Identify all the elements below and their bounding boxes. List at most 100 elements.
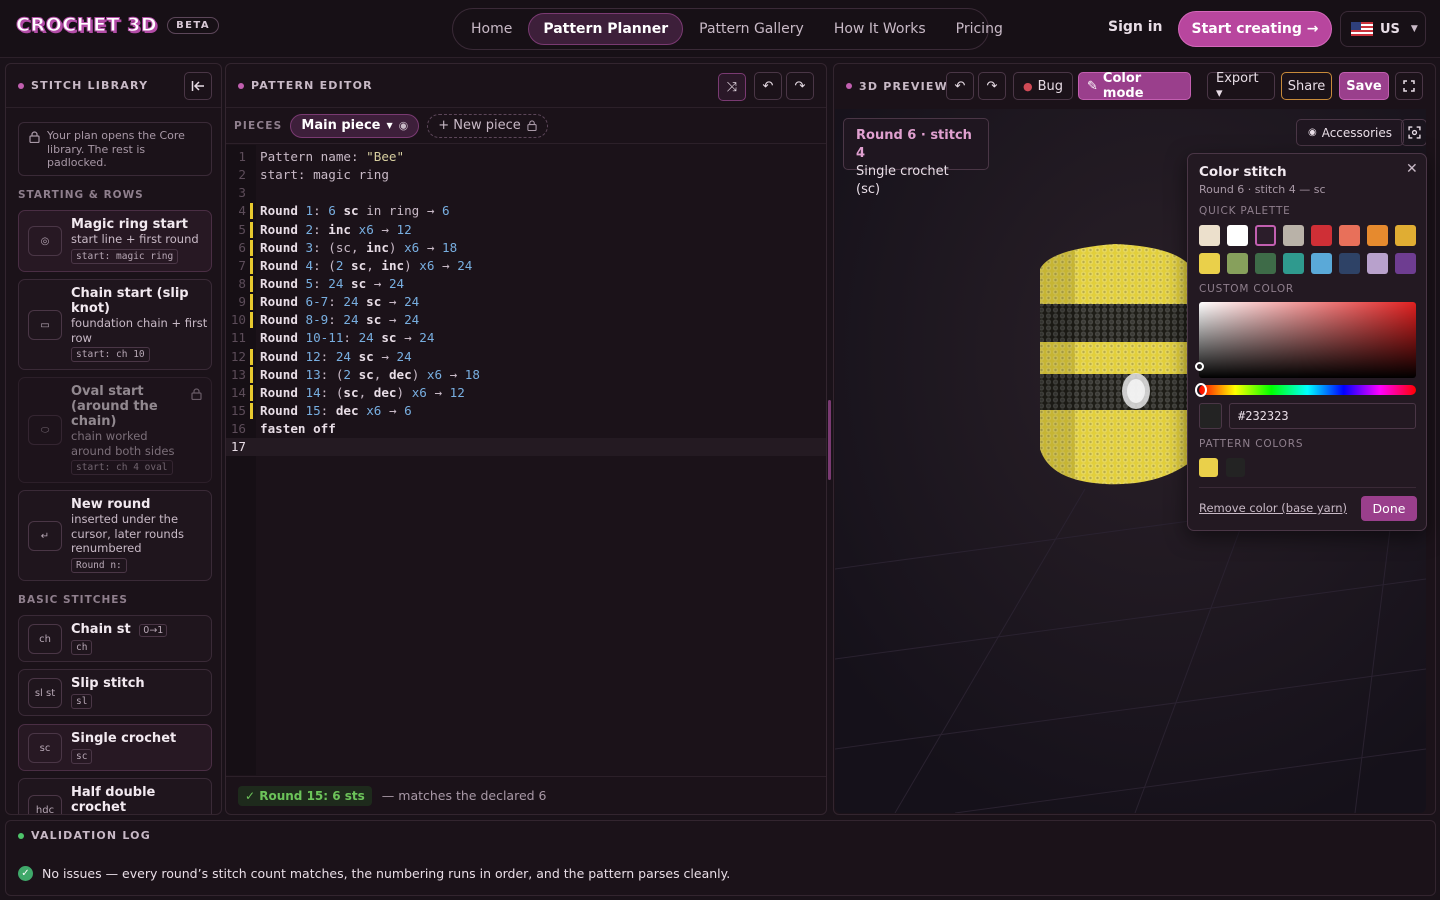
code-line[interactable]: 7 Round 4: (2 sc, inc) x6 → 24 (226, 257, 826, 275)
bug-button[interactable]: ● Bug (1013, 72, 1073, 100)
palette-swatch[interactable] (1227, 253, 1248, 274)
locale-selector[interactable]: US ▼ (1340, 11, 1426, 47)
chain-stitch-icon: ch (28, 624, 62, 654)
palette-swatch[interactable] (1255, 253, 1276, 274)
redo-button[interactable]: ↷ (786, 72, 814, 100)
code-line[interactable]: 9 Round 6-7: 24 sc → 24 (226, 293, 826, 311)
palette-swatch[interactable] (1227, 225, 1248, 246)
picker-handle[interactable] (1195, 362, 1204, 371)
done-button[interactable]: Done (1361, 496, 1417, 521)
card-title: Chain st 0→1 (71, 622, 207, 638)
format-button[interactable]: ⤨ (718, 73, 746, 101)
palette-swatch[interactable] (1199, 253, 1220, 274)
token: → (449, 366, 465, 382)
code-line[interactable]: 13 Round 13: (2 sc, dec) x6 → 18 (226, 366, 826, 384)
token: 1 (305, 203, 314, 219)
code-line[interactable]: 12 Round 12: 24 sc → 24 (226, 348, 826, 366)
line-text: Round 12: 24 sc → 24 (260, 348, 412, 366)
code-line[interactable]: 6 Round 3: (sc, inc) x6 → 18 (226, 239, 826, 257)
hue-handle[interactable] (1195, 383, 1207, 397)
section-basic-stitches: BASIC STITCHES (18, 594, 128, 606)
code-line[interactable]: 1 Pattern name: "Bee" (226, 148, 826, 166)
hex-value: #232323 (1238, 409, 1289, 423)
hex-input[interactable]: #232323 (1229, 403, 1416, 429)
palette-swatch[interactable] (1339, 253, 1360, 274)
palette-swatch[interactable] (1339, 225, 1360, 246)
token: → (388, 402, 405, 418)
collapse-sidebar-button[interactable] (184, 72, 212, 100)
code-line[interactable]: 4 Round 1: 6 sc in ring → 6 (226, 202, 826, 220)
code-line[interactable]: 11 Round 10-11: 24 sc → 24 (226, 329, 826, 347)
code-line[interactable]: 5 Round 2: inc x6 → 12 (226, 221, 826, 239)
nav-pricing[interactable]: Pricing (942, 14, 1017, 44)
token: 2 (335, 257, 352, 273)
palette-swatch[interactable] (1367, 253, 1388, 274)
fullscreen-button[interactable] (1395, 72, 1423, 100)
save-button[interactable]: Save (1339, 72, 1389, 100)
palette-swatch[interactable] (1395, 253, 1416, 274)
stitch-card-new-round[interactable]: ↵ New round inserted under the cursor, l… (18, 490, 212, 581)
code-line[interactable]: 3 (226, 184, 826, 202)
pattern-swatch-yellow[interactable] (1199, 458, 1218, 477)
palette-swatch[interactable] (1283, 253, 1304, 274)
share-button[interactable]: Share (1281, 72, 1332, 100)
logo[interactable]: CROCHET 3D BETA (15, 14, 219, 37)
section-starting-rows: STARTING & ROWS (18, 189, 144, 201)
color-mode-button[interactable]: ✎ Color mode (1078, 71, 1191, 101)
code-line[interactable]: 15 Round 15: dec x6 → 6 (226, 402, 826, 420)
eye-icon[interactable]: ◉ (399, 119, 409, 132)
palette-swatch[interactable] (1395, 225, 1416, 246)
stitch-card-chain-start[interactable]: ▭ Chain start (slip knot) foundation cha… (18, 279, 212, 370)
code-editor[interactable]: 1 Pattern name: "Bee" 2 start: magic ring 3 4… (226, 148, 826, 457)
undo-button[interactable]: ↶ (754, 72, 782, 100)
code-line[interactable]: 2 start: magic ring (226, 166, 826, 184)
pattern-swatch-black[interactable] (1226, 458, 1245, 477)
sign-in-link[interactable]: Sign in (1108, 19, 1163, 35)
code-line[interactable]: 8 Round 5: 24 sc → 24 (226, 275, 826, 293)
nav-pattern-gallery[interactable]: Pattern Gallery (685, 14, 818, 44)
beta-badge: BETA (167, 16, 219, 34)
code-line[interactable]: 14 Round 14: (sc, dec) x6 → 12 (226, 384, 826, 402)
undo-button[interactable]: ↶ (946, 72, 974, 100)
stitch-card-magic-ring[interactable]: ◎ Magic ring start start line + first ro… (18, 210, 212, 272)
palette-swatch[interactable] (1367, 225, 1388, 246)
code-line[interactable]: 16 fasten off (226, 420, 826, 438)
close-icon[interactable]: ✕ (1406, 161, 1418, 177)
color-marker (250, 239, 253, 256)
palette-swatch[interactable] (1311, 225, 1332, 246)
token: Round (260, 348, 306, 364)
remove-color-link[interactable]: Remove color (base yarn) (1199, 501, 1347, 515)
hue-slider[interactable] (1195, 383, 1416, 397)
redo-button[interactable]: ↷ (978, 72, 1006, 100)
token: 24 (335, 348, 359, 364)
accessories-button[interactable]: ◉ Accessories (1296, 119, 1404, 146)
card-code: ch (71, 640, 93, 655)
recenter-button[interactable] (1401, 119, 1426, 146)
stitch-card-slip[interactable]: sl st Slip stitch sl (18, 669, 212, 716)
export-label: Export ▾ (1216, 71, 1259, 101)
token: 18 (442, 239, 458, 255)
new-piece-button[interactable]: + New piece (427, 113, 548, 138)
nav-pattern-planner[interactable]: Pattern Planner (528, 13, 684, 45)
nav-how-it-works[interactable]: How It Works (820, 14, 940, 44)
palette-swatch[interactable] (1199, 225, 1220, 246)
palette-swatch[interactable] (1255, 225, 1276, 246)
stitch-card-single-crochet[interactable]: sc Single crochet sc (18, 724, 212, 771)
card-code: sc (71, 749, 93, 764)
token: 3 (305, 239, 314, 255)
start-creating-button[interactable]: Start creating → (1178, 11, 1332, 47)
panel-resize-grip[interactable] (828, 400, 831, 480)
line-text: Round 1: 6 sc in ring → 6 (260, 202, 450, 220)
palette-swatch[interactable] (1283, 225, 1304, 246)
nav-home[interactable]: Home (457, 14, 526, 44)
stitch-card-half-double[interactable]: hdc Half double crochet (18, 778, 212, 814)
saturation-picker[interactable] (1195, 302, 1416, 378)
code-line[interactable]: 17 (226, 438, 826, 457)
export-button[interactable]: Export ▾ (1207, 71, 1275, 101)
palette-swatch[interactable] (1311, 253, 1332, 274)
stitch-card-chain[interactable]: ch Chain st 0→1 ch (18, 615, 212, 662)
bug-label: Bug (1037, 78, 1064, 94)
piece-tab-main[interactable]: Main piece ▼ ◉ (290, 113, 420, 138)
token: → (381, 348, 397, 364)
code-line[interactable]: 10 Round 8-9: 24 sc → 24 (226, 311, 826, 329)
